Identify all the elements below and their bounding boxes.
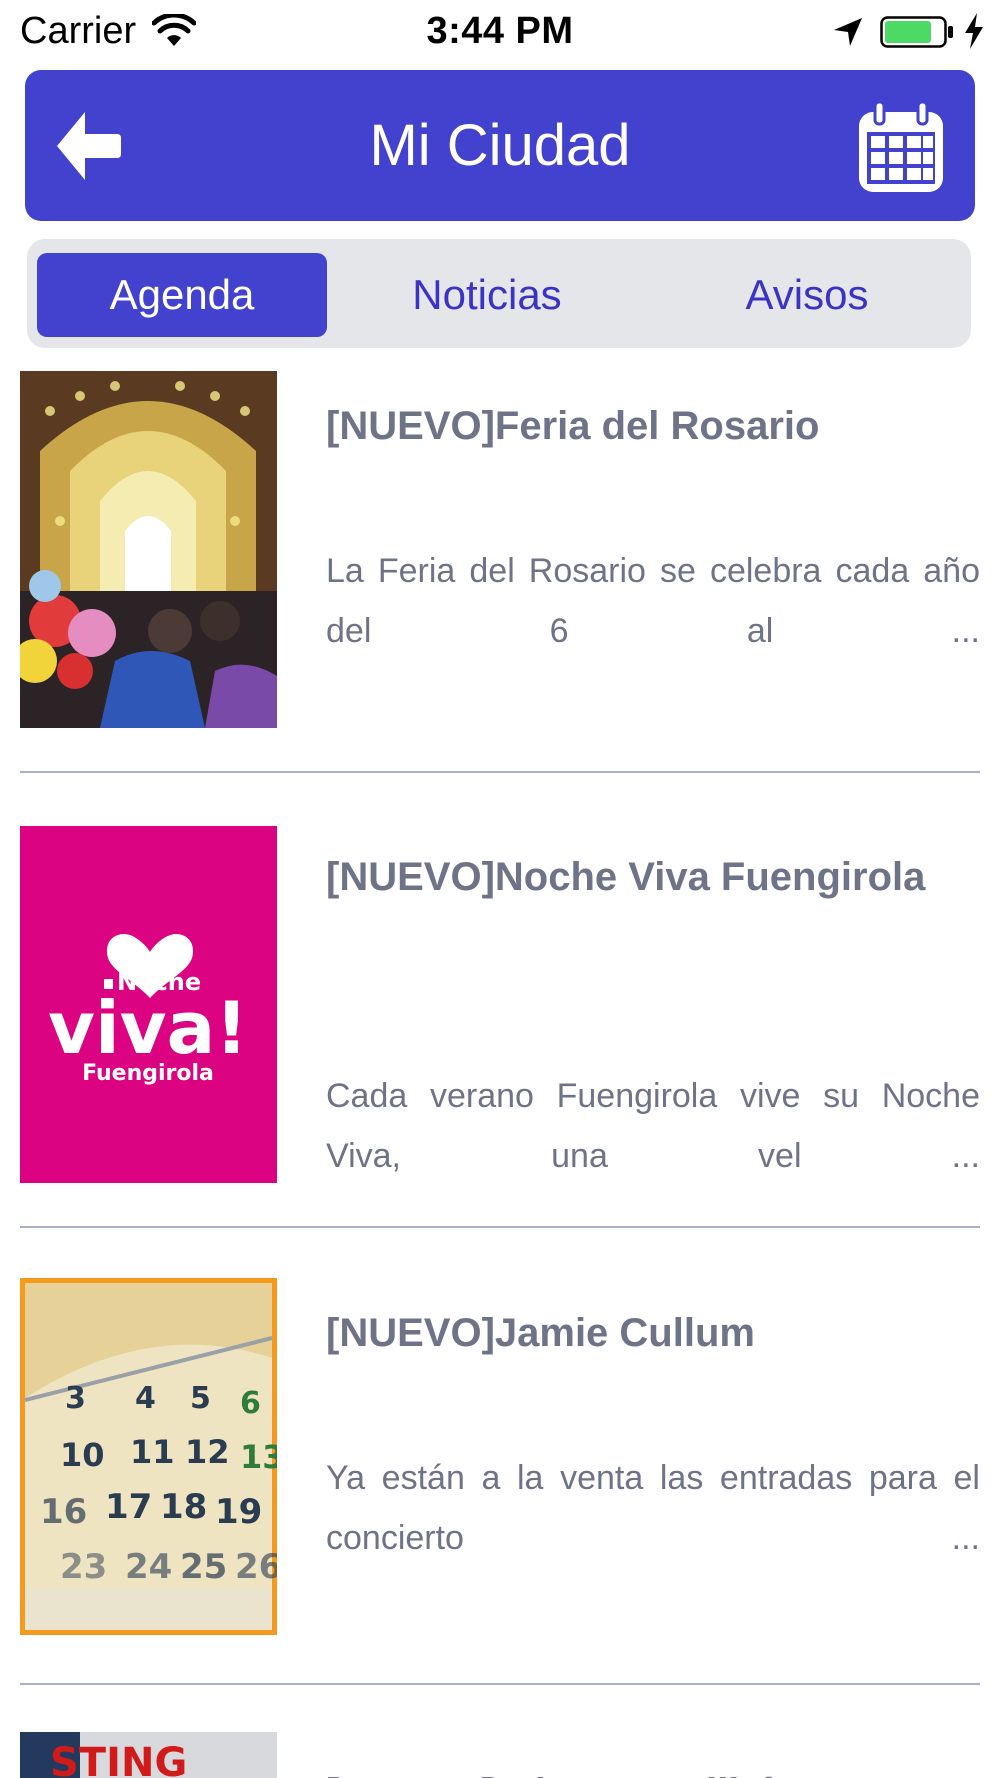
svg-text:4: 4 — [135, 1381, 156, 1416]
tab-agenda[interactable]: Agenda — [37, 253, 327, 337]
svg-text:23: 23 — [60, 1547, 107, 1587]
status-bar: Carrier 3:44 PM — [0, 0, 1000, 66]
page-title: Mi Ciudad — [369, 113, 631, 178]
list-item[interactable]: Noche viva! Fuengirola [NUEVO]Noche Viva… — [0, 826, 1000, 1278]
svg-text:19: 19 — [215, 1492, 262, 1532]
svg-text:11: 11 — [130, 1433, 175, 1471]
list-item[interactable]: [NUEVO]Feria del Rosario La Feria del Ro… — [0, 371, 1000, 823]
svg-text:16: 16 — [40, 1492, 87, 1532]
feria-thumbnail-image — [20, 371, 277, 728]
item-description: La Feria del Rosario se celebra cada año… — [326, 552, 980, 650]
divider — [20, 1683, 980, 1685]
svg-text:13: 13 — [240, 1438, 277, 1476]
calendar-icon[interactable] — [857, 100, 945, 194]
viva-text: viva! — [48, 986, 248, 1070]
item-title: [NUEVO]Feria del Rosario — [326, 404, 820, 448]
svg-text:17: 17 — [105, 1487, 152, 1527]
fuengirola-text: Fuengirola — [82, 1061, 214, 1086]
svg-text:12: 12 — [185, 1433, 230, 1471]
sting-text: STING — [50, 1740, 187, 1778]
list-item[interactable]: STING [NUEVO]Sting ... Malibú — [0, 1732, 1000, 1778]
item-title: [NUEVO]Sting ... Malibú — [326, 1758, 986, 1778]
header-bar: Mi Ciudad — [25, 70, 975, 221]
divider — [20, 1226, 980, 1228]
divider — [20, 771, 980, 773]
item-title: [NUEVO]Noche Viva Fuengirola — [326, 855, 926, 899]
svg-text:26: 26 — [235, 1547, 277, 1587]
svg-text:18: 18 — [160, 1487, 207, 1527]
noche-viva-thumbnail-image: Noche viva! Fuengirola — [20, 826, 277, 1183]
item-description: Ya están a la venta las entradas para el… — [326, 1459, 980, 1557]
svg-text:10: 10 — [60, 1436, 105, 1474]
location-arrow-icon — [834, 18, 862, 46]
tab-avisos[interactable]: Avisos — [657, 253, 957, 337]
item-title: [NUEVO]Jamie Cullum — [326, 1311, 755, 1355]
svg-text:5: 5 — [190, 1381, 211, 1416]
tab-noticias[interactable]: Noticias — [337, 253, 637, 337]
svg-text:24: 24 — [125, 1547, 172, 1587]
charging-bolt-icon — [965, 13, 983, 49]
svg-text:6: 6 — [240, 1386, 261, 1421]
svg-text:3: 3 — [65, 1381, 86, 1416]
battery-icon — [880, 16, 953, 48]
segmented-tabs: Agenda Noticias Avisos — [27, 239, 971, 348]
item-description: Cada verano Fuengirola vive su Noche Viv… — [326, 1077, 980, 1175]
sting-thumbnail-image: STING — [20, 1732, 277, 1778]
svg-text:25: 25 — [180, 1547, 227, 1587]
calendar-thumbnail-image: 3 4 5 6 10 11 12 13 16 17 18 19 23 24 25… — [20, 1278, 277, 1635]
list-item[interactable]: 3 4 5 6 10 11 12 13 16 17 18 19 23 24 25… — [0, 1278, 1000, 1730]
